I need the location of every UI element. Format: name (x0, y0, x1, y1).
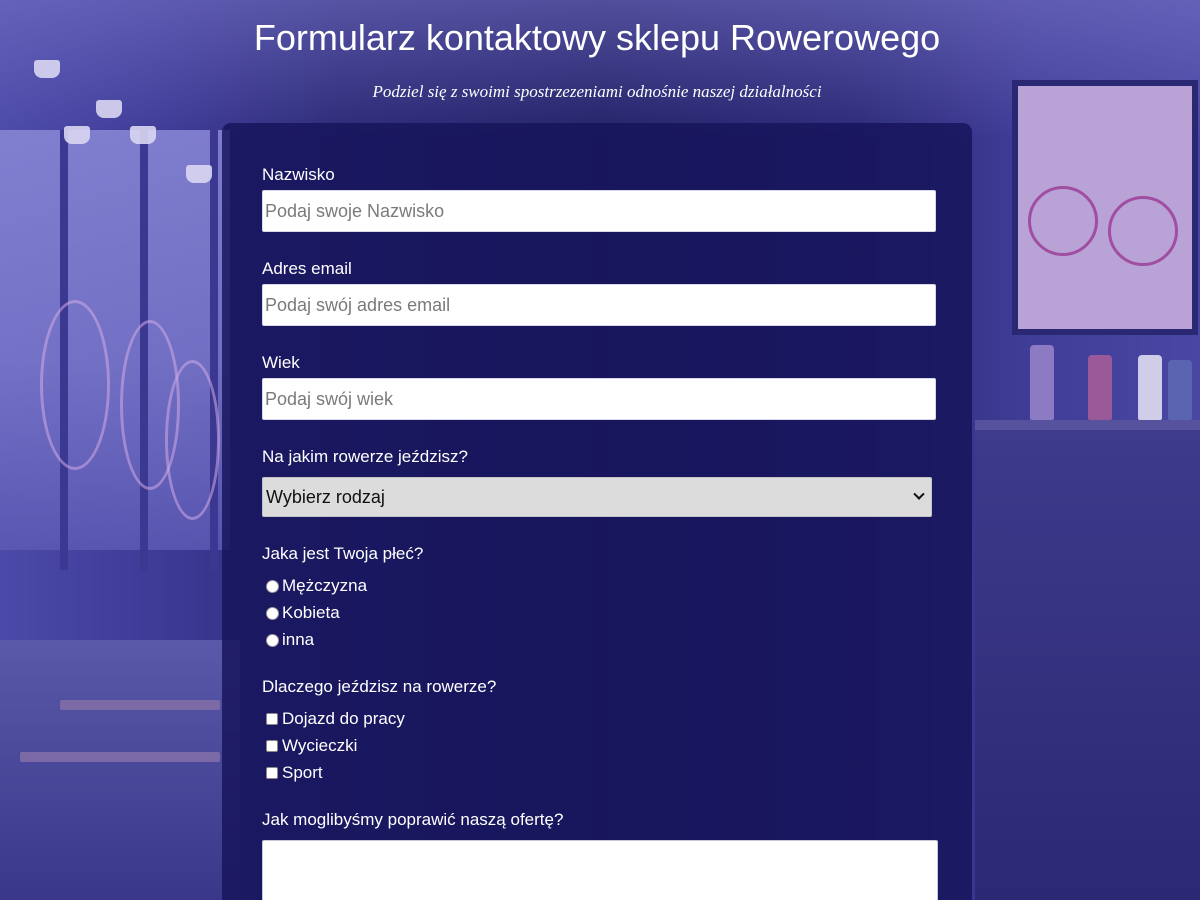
radio-button[interactable] (266, 579, 279, 593)
name-label: Nazwisko (262, 165, 335, 184)
improve-textarea[interactable] (262, 840, 938, 900)
reasons-label: Dlaczego jeździsz na rowerze? (262, 677, 497, 696)
reason-option-label: Dojazd do pracy (282, 709, 405, 728)
page-title: Formularz kontaktowy sklepu Rowerowego (253, 17, 941, 58)
bike-type-label: Na jakim rowerze jeździsz? (262, 447, 468, 466)
gender-option-female[interactable]: Kobieta (266, 602, 340, 624)
reason-option-label: Sport (282, 763, 323, 782)
background-poster (1012, 80, 1198, 335)
gender-label: Jaka jest Twoja płeć? (262, 544, 424, 563)
reason-option-label: Wycieczki (282, 736, 358, 755)
background-poster-wheel (1028, 186, 1098, 256)
background-cafe (0, 640, 240, 900)
improve-label: Jak moglibyśmy poprawić naszą ofertę? (262, 810, 564, 829)
background-table (60, 700, 220, 710)
checkbox[interactable] (266, 713, 278, 725)
contact-form: Nazwisko Adres email Wiek Na jakim rower… (222, 123, 972, 900)
reason-option-commute[interactable]: Dojazd do pracy (266, 708, 405, 730)
background-bottle (1030, 345, 1054, 420)
background-bike-wheel (40, 300, 110, 470)
page-subtitle: Podziel się z swoimi spostrzezeniami odn… (372, 82, 822, 101)
background-poster-wheel (1108, 196, 1178, 266)
background-lamp (130, 126, 156, 144)
name-input[interactable] (262, 190, 936, 232)
background-bike-wheel (165, 360, 220, 520)
gender-option-label: Mężczyzna (282, 576, 368, 595)
background-table (20, 752, 220, 762)
radio-button[interactable] (266, 633, 279, 647)
background-bottle (1168, 360, 1192, 420)
gender-option-label: Kobieta (282, 603, 340, 622)
background-window-frame (210, 130, 218, 570)
age-input[interactable] (262, 378, 936, 420)
radio-button[interactable] (266, 606, 279, 620)
background-lamp (186, 165, 212, 183)
background-lamp (34, 60, 60, 78)
chevron-down-icon (913, 488, 925, 500)
background-rack (975, 430, 1200, 900)
reason-option-trips[interactable]: Wycieczki (266, 735, 357, 757)
bike-type-selected-value: Wybierz rodzaj (266, 486, 385, 507)
background-lamp (64, 126, 90, 144)
email-input[interactable] (262, 284, 936, 326)
background-shelf (975, 420, 1200, 430)
bike-type-select[interactable]: Wybierz rodzaj (262, 477, 932, 517)
gender-option-male[interactable]: Mężczyzna (266, 575, 367, 597)
email-label: Adres email (262, 259, 352, 278)
checkbox[interactable] (266, 740, 278, 752)
background-bottle (1138, 355, 1162, 420)
background-bottle (1088, 355, 1112, 420)
gender-option-other[interactable]: inna (266, 629, 314, 651)
checkbox[interactable] (266, 767, 278, 779)
reason-option-sport[interactable]: Sport (266, 762, 323, 784)
age-label: Wiek (262, 353, 300, 372)
gender-option-label: inna (282, 630, 315, 649)
